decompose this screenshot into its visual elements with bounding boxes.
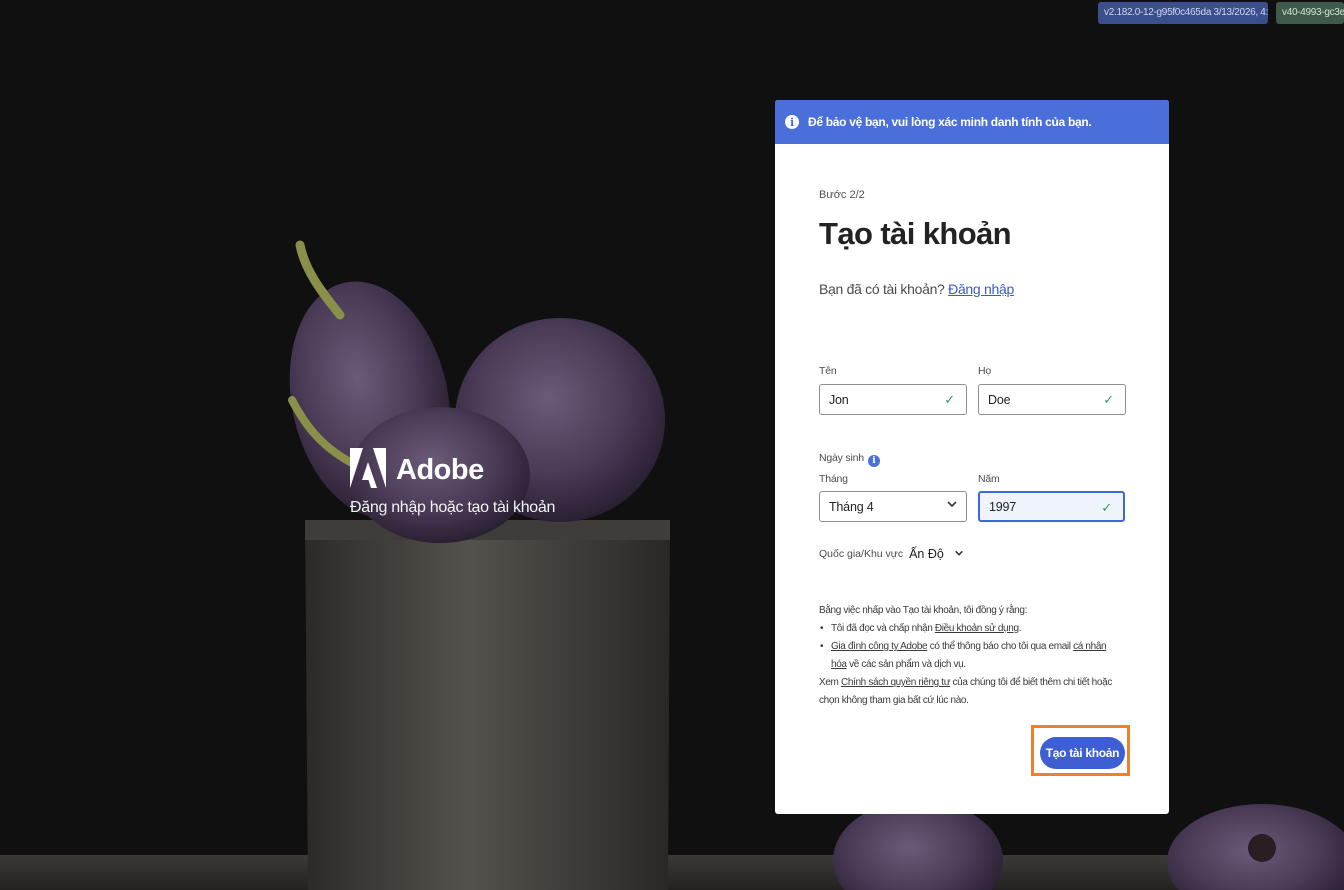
brand-block: Adobe Đăng nhập hoặc tạo tài khoản	[350, 448, 555, 517]
legal-text: có thể thông báo cho tôi qua email	[927, 641, 1074, 652]
sign-in-link[interactable]: Đăng nhập	[948, 281, 1014, 297]
have-account-text: Bạn đã có tài khoản? Đăng nhập	[819, 281, 1014, 297]
legal-text: Xem	[819, 677, 841, 688]
info-icon[interactable]: i	[867, 455, 880, 467]
adobe-logo-icon	[350, 448, 386, 493]
privacy-note: Xem Chính sách quyền riêng tư của chúng …	[819, 674, 1119, 710]
chevron-down-icon	[946, 498, 958, 513]
terms-of-use-link[interactable]: Điều khoản sử dụng	[935, 623, 1019, 634]
country-label: Quốc gia/Khu vực	[819, 548, 904, 560]
dob-label-text: Ngày sinh	[819, 452, 864, 464]
year-value: 1997	[989, 499, 1017, 514]
legal-text: .	[1018, 623, 1022, 634]
country-value: Ấn Độ	[909, 547, 944, 561]
year-field[interactable]: 1997 ✓	[978, 491, 1125, 522]
legal-item-marketing: Gia đình công ty Adobe có thể thông báo …	[819, 638, 1119, 674]
year-label: Năm	[978, 473, 1000, 485]
first-name-field[interactable]: Jon ✓	[819, 384, 967, 415]
month-label: Tháng	[819, 473, 848, 485]
page-title: Tạo tài khoản	[819, 216, 1012, 251]
last-name-field[interactable]: Doe ✓	[978, 384, 1126, 415]
adobe-family-link[interactable]: Gia đình công ty Adobe	[831, 641, 928, 652]
create-account-button[interactable]: Tạo tài khoản	[1040, 737, 1125, 769]
privacy-policy-link[interactable]: Chính sách quyền riêng tư	[841, 677, 950, 688]
version-badge: v2.182.0-12-g95f0c465da 3/13/2026, 4:17:…	[1098, 2, 1268, 24]
brand-tagline: Đăng nhập hoặc tạo tài khoản	[350, 499, 556, 516]
legal-item-terms: Tôi đã đọc và chấp nhận Điều khoản sử dụ…	[819, 620, 1119, 638]
notice-text: Để bảo vệ bạn, vui lòng xác minh danh tí…	[808, 115, 1092, 129]
brand-name: Adobe	[396, 454, 484, 486]
month-value: Tháng 4	[829, 499, 874, 514]
month-select[interactable]: Tháng 4	[819, 491, 967, 522]
country-region-selector[interactable]: Quốc gia/Khu vực Ấn Độ	[819, 547, 964, 561]
legal-intro: Bằng việc nhấp vào Tạo tài khoản, tôi đồ…	[819, 605, 1028, 616]
legal-list: Tôi đã đọc và chấp nhận Điều khoản sử dụ…	[819, 620, 1119, 674]
info-icon: i	[785, 115, 799, 129]
first-name-value: Jon	[829, 392, 849, 407]
create-account-card: i Để bảo vệ bạn, vui lòng xác minh danh …	[775, 100, 1169, 814]
chevron-down-icon	[954, 548, 964, 561]
submit-highlight-box: Tạo tài khoản	[1031, 725, 1130, 776]
dob-label: Ngày sinh i	[819, 452, 880, 467]
have-account-prompt: Bạn đã có tài khoản?	[819, 281, 945, 297]
legal-text: về các sản phẩm và dịch vụ.	[846, 659, 966, 670]
last-name-label: Họ	[978, 365, 992, 377]
checkmark-icon: ✓	[1101, 500, 1112, 515]
checkmark-icon: ✓	[944, 392, 955, 407]
checkmark-icon: ✓	[1103, 392, 1114, 407]
legal-consent: Bằng việc nhấp vào Tạo tài khoản, tôi đồ…	[819, 602, 1119, 710]
last-name-value: Doe	[988, 392, 1011, 407]
environment-badge: v40-4993-gc3ee0	[1276, 2, 1344, 24]
first-name-label: Tên	[819, 365, 837, 377]
legal-text: Tôi đã đọc và chấp nhận	[831, 623, 935, 634]
step-indicator: Bước 2/2	[819, 189, 865, 201]
verification-notice: i Để bảo vệ bạn, vui lòng xác minh danh …	[775, 100, 1169, 144]
